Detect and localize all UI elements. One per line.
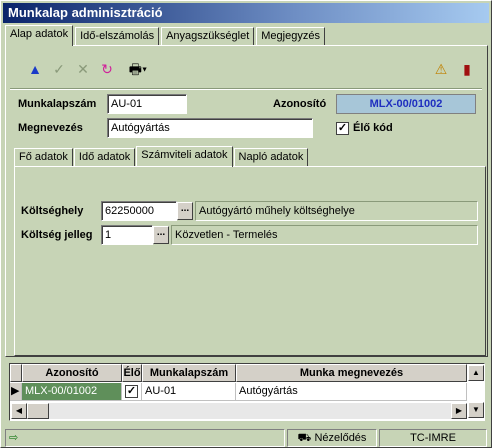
table-row-elo-cell[interactable]: ✓ (122, 383, 142, 401)
azonosito-label: Azonosító (273, 98, 327, 110)
status-mode-text: Nézelődés (314, 432, 367, 444)
binoculars-icon: ⛟ (297, 432, 315, 444)
scroll-right-button[interactable]: ▶ (451, 403, 467, 419)
tab-ido-elszamolas[interactable]: Idő-elszámolás (75, 27, 160, 45)
tab-panel: ▲ ✓ ✕ ↻ 🖶▾ ⚠ ▮ Munkalapszám AU-01 Azonos… (5, 45, 488, 357)
grid-header-azonosito[interactable]: Azonosító (22, 364, 122, 382)
munkalapszam-label: Munkalapszám (18, 98, 97, 110)
tab-alap-adatok[interactable]: Alap adatok (5, 25, 74, 46)
munkalapszam-input[interactable]: AU-01 (107, 94, 187, 114)
print-icon[interactable]: 🖶▾ (124, 60, 152, 78)
scroll-thumb[interactable] (27, 403, 49, 419)
window-title: Munkalap adminisztráció (3, 3, 489, 23)
refresh-icon[interactable]: ↻ (98, 60, 116, 78)
status-bar: ⇨ ⛟ Nézelődés TC-IMRE (3, 429, 489, 447)
grid-header-munkalapszam[interactable]: Munkalapszám (142, 364, 236, 382)
row-indicator-icon: ▶ (10, 383, 22, 401)
help-icon[interactable]: ⚠ (432, 60, 450, 78)
arrow-up-icon[interactable]: ▲ (26, 60, 44, 78)
grid-header-elo[interactable]: Élő (122, 364, 142, 382)
koltseg-jelleg-label: Költség jelleg (21, 229, 93, 241)
table-row-elo-checkbox[interactable]: ✓ (125, 385, 138, 398)
tab-anyagszukseglet[interactable]: Anyagszükséglet (161, 27, 255, 45)
main-window: Munkalap adminisztráció Alap adatok Idő-… (0, 0, 492, 448)
koltseg-jelleg-input[interactable]: 1 (101, 225, 153, 245)
table-row-azonosito[interactable]: MLX-00/01002 (22, 383, 122, 401)
megnevezes-label: Megnevezés (18, 122, 83, 134)
confirm-icon[interactable]: ✓ (50, 60, 68, 78)
grid-horizontal-scrollbar[interactable]: ◀ ▶ (11, 403, 467, 419)
table-row-megnevezes[interactable]: Autógyártás (236, 383, 467, 401)
koltseghely-description: Autógyártó műhely költséghelye (195, 201, 478, 221)
tab-ido-adatok[interactable]: Idő adatok (73, 148, 136, 166)
main-tabs: Alap adatok Idő-elszámolás Anyagszükségl… (5, 25, 327, 46)
status-arrow-icon: ⇨ (5, 429, 285, 447)
koltseg-jelleg-lookup-button[interactable]: ... (153, 226, 169, 244)
exit-icon[interactable]: ▮ (458, 60, 476, 78)
grid-indicator-header (10, 364, 22, 382)
tab-megjegyzes[interactable]: Megjegyzés (256, 27, 325, 45)
toolbar: ▲ ✓ ✕ ↻ 🖶▾ ⚠ ▮ (12, 54, 480, 84)
status-user: TC-IMRE (379, 429, 487, 447)
koltseghely-lookup-button[interactable]: ... (177, 202, 193, 220)
tab-szamviteli-adatok[interactable]: Számviteli adatok (136, 146, 233, 167)
tab-naplo-adatok[interactable]: Napló adatok (233, 148, 309, 166)
elo-kod-label: Élő kód (353, 122, 393, 134)
elo-kod-checkbox[interactable]: ✓ (336, 122, 349, 135)
tab-fo-adatok[interactable]: Fő adatok (14, 148, 73, 166)
azonosito-value: MLX-00/01002 (336, 94, 476, 114)
szamviteli-panel: Költséghely 62250000 ... Autógyártó műhe… (14, 166, 486, 356)
scroll-left-button[interactable]: ◀ (11, 403, 27, 419)
koltseghely-input[interactable]: 62250000 (101, 201, 177, 221)
cancel-icon[interactable]: ✕ (74, 60, 92, 78)
grid-scroll-down-button[interactable]: ▼ (468, 402, 484, 418)
table-row-munkalapszam[interactable]: AU-01 (142, 383, 236, 401)
status-mode: ⛟ Nézelődés (287, 429, 377, 447)
megnevezes-input[interactable]: Autógyártás (107, 118, 313, 138)
grid-header-munka-megnevezes[interactable]: Munka megnevezés (236, 364, 467, 382)
sub-tabs: Fő adatok Idő adatok Számviteli adatok N… (14, 146, 309, 167)
grid-scroll-up-button[interactable]: ▲ (468, 365, 484, 381)
toolbar-separator (10, 88, 482, 90)
koltseg-jelleg-description: Közvetlen - Termelés (171, 225, 478, 245)
koltseghely-label: Költséghely (21, 205, 84, 217)
